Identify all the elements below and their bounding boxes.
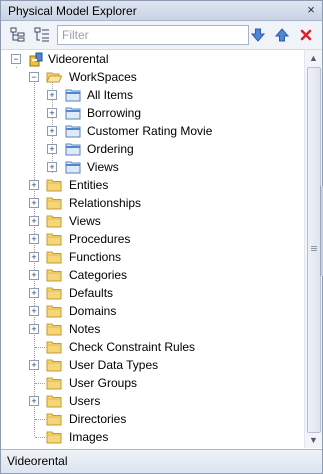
tree-node-label: Functions (69, 250, 122, 264)
folder-icon (46, 233, 62, 246)
expand-toggle[interactable]: + (47, 126, 57, 136)
expand-toggle[interactable]: + (47, 90, 57, 100)
expand-toggle[interactable]: + (29, 216, 39, 226)
tree-node-label: Defaults (69, 286, 114, 300)
tree-connector (35, 419, 45, 420)
panel-title: Physical Model Explorer (8, 4, 137, 18)
expand-toggle[interactable]: + (29, 252, 39, 262)
expand-toggle[interactable]: + (29, 306, 39, 316)
tree-node-label: All Items (87, 88, 134, 102)
folder-icon (46, 413, 62, 426)
expand-toggle[interactable]: + (29, 198, 39, 208)
tree-node-label: Borrowing (87, 106, 142, 120)
expand-toggle[interactable]: + (29, 396, 39, 406)
tree-node-label: Videorental (48, 52, 109, 66)
explorer-toolbar (1, 21, 322, 50)
tree-connector (35, 437, 45, 438)
expand-toggle[interactable]: + (47, 144, 57, 154)
expand-toggle[interactable]: + (29, 324, 39, 334)
tree-node-label: Views (87, 160, 119, 174)
expand-toggle[interactable]: + (29, 234, 39, 244)
expand-toggle[interactable]: + (29, 270, 39, 280)
expand-toggle[interactable]: + (29, 288, 39, 298)
folder-icon (46, 215, 62, 228)
arrow-up-icon[interactable] (274, 27, 290, 43)
folder-icon (46, 305, 62, 318)
folder-icon (46, 395, 62, 408)
tree-node-label: Categories (69, 268, 128, 282)
tree-node-label: Domains (69, 304, 117, 318)
open-folder-icon (46, 72, 62, 83)
tree-node-label: Entities (69, 178, 109, 192)
tree-node-label: Notes (69, 322, 101, 336)
close-icon[interactable]: × (304, 3, 318, 17)
expand-toggle[interactable]: + (29, 180, 39, 190)
folder-icon (46, 197, 62, 210)
expand-toggle[interactable]: + (29, 360, 39, 370)
folder-icon (46, 359, 62, 372)
model-database-icon (29, 52, 43, 67)
tree-node-label: Ordering (87, 142, 134, 156)
folder-icon (46, 179, 62, 192)
workspace-icon (65, 125, 81, 138)
tree-connector (35, 347, 45, 348)
physical-model-explorer-panel: Physical Model Explorer × Filter − Video… (0, 0, 323, 474)
tree-node-label: Users (69, 394, 101, 408)
tree-node-label: Customer Rating Movie (87, 124, 213, 138)
tree-node-label: Procedures (69, 232, 131, 246)
model-tree: − Videorental − WorkSpaces + All Items +… (1, 50, 304, 448)
status-text: Videorental (7, 454, 68, 468)
collapse-tree-icon[interactable] (34, 27, 50, 43)
scrollbar-thumb[interactable] (307, 67, 321, 433)
expand-toggle[interactable]: + (47, 162, 57, 172)
folder-icon (46, 431, 62, 444)
collapse-toggle[interactable]: − (29, 72, 39, 82)
scroll-up-arrow-icon[interactable]: ▲ (305, 50, 322, 66)
tree-node-label: Check Constraint Rules (69, 340, 196, 354)
arrow-down-icon[interactable] (250, 27, 266, 43)
workspace-icon (65, 107, 81, 120)
tree-connector (35, 383, 45, 384)
scroll-down-arrow-icon[interactable]: ▼ (305, 432, 322, 448)
tree-node-label: Directories (69, 412, 127, 426)
panel-titlebar: Physical Model Explorer × (1, 1, 322, 21)
tree-node-label: Images (69, 430, 109, 444)
tree-node-label: Relationships (69, 196, 142, 210)
workspace-icon (65, 89, 81, 102)
tree-node-label: User Data Types (69, 358, 159, 372)
folder-icon (46, 269, 62, 282)
tree-node-label: Views (69, 214, 101, 228)
expand-tree-icon[interactable] (10, 27, 26, 43)
folder-icon (46, 377, 62, 390)
filter-input[interactable] (57, 25, 249, 45)
folder-icon (46, 287, 62, 300)
folder-icon (46, 341, 62, 354)
workspace-icon (65, 143, 81, 156)
workspace-icon (65, 161, 81, 174)
folder-icon (46, 323, 62, 336)
folder-icon (46, 251, 62, 264)
expand-toggle[interactable]: + (47, 108, 57, 118)
delete-x-icon[interactable] (298, 27, 314, 43)
tree-node-label: WorkSpaces (69, 70, 137, 84)
statusbar: Videorental (1, 449, 322, 473)
collapse-toggle[interactable]: − (11, 54, 21, 64)
tree-node-label: User Groups (69, 376, 138, 390)
